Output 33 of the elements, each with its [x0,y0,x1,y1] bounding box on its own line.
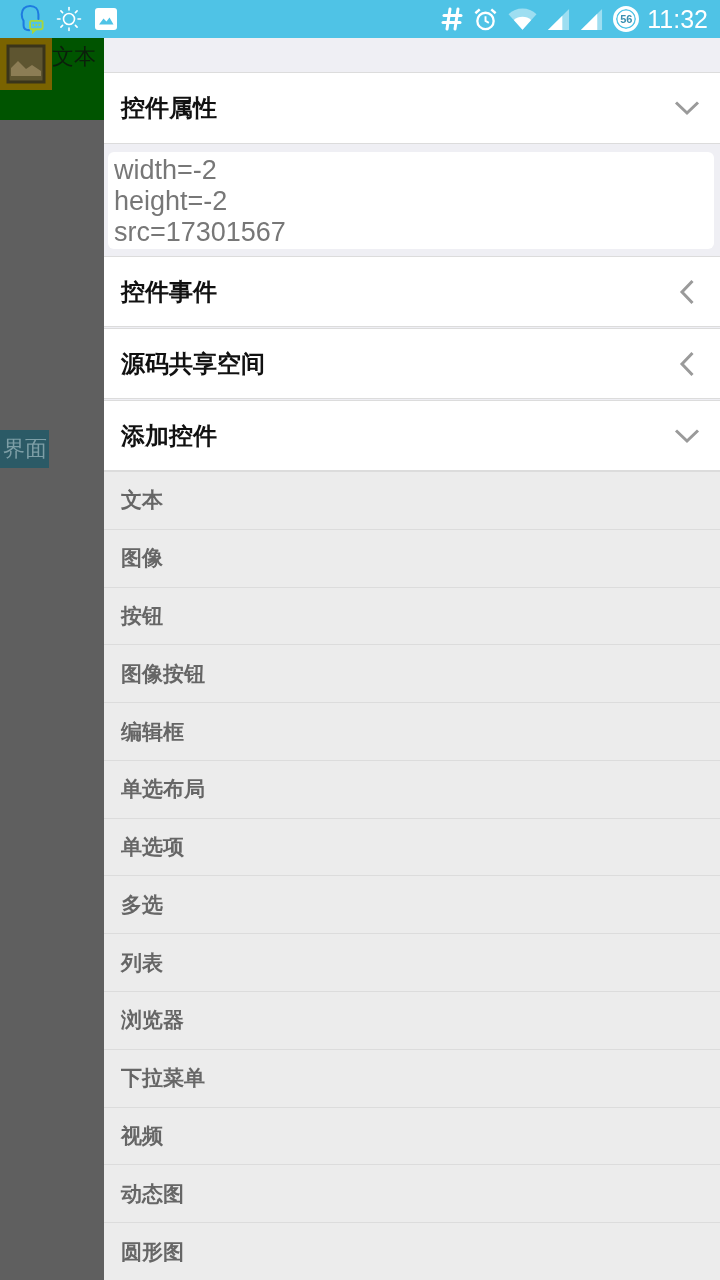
hash-icon [441,7,464,31]
section-header[interactable]: 添加控件 [104,400,720,471]
image-icon [95,8,117,30]
widget-list-item[interactable]: 列表 [104,933,720,992]
property-line: height=-2 [114,186,229,217]
widget-list-item[interactable]: 按钮 [104,586,720,645]
sun-icon [56,6,82,32]
battery-indicator: 56 [613,6,640,32]
person-chat-icon [18,4,44,34]
widget-list-item[interactable]: 单选项 [104,817,720,876]
section-header[interactable]: 控件属性 [104,72,720,144]
widget-list-item[interactable]: 文本 [104,471,720,529]
widget-list-item[interactable]: 下拉菜单 [104,1048,720,1107]
widget-list-item[interactable]: 圆形图 [104,1222,720,1280]
widget-list-item[interactable]: 浏览器 [104,991,720,1049]
signal-icon [547,7,571,31]
widget-list-item[interactable]: 多选 [104,875,720,934]
widget-list-item[interactable]: 视频 [104,1106,720,1165]
widget-list-item[interactable]: 单选布局 [104,759,720,818]
property-line: width=-2 [114,155,218,186]
clock-time: 11:32 [647,4,708,34]
widget-list-item[interactable]: 编辑框 [104,702,720,760]
signal-icon [580,7,604,31]
screen-label: 界面 [0,430,49,468]
section-header[interactable]: 源码共享空间 [104,328,720,399]
widget-list-item[interactable]: 图像按钮 [104,644,720,703]
picture-icon [0,38,52,90]
section-header[interactable]: 控件事件 [104,256,720,327]
property-line: src=17301567 [114,217,287,248]
widget-list-item[interactable]: 动态图 [104,1164,720,1223]
alarm-clock-icon [473,6,499,32]
widget-list-item[interactable]: 图像 [104,528,720,587]
wifi-icon [508,8,538,30]
